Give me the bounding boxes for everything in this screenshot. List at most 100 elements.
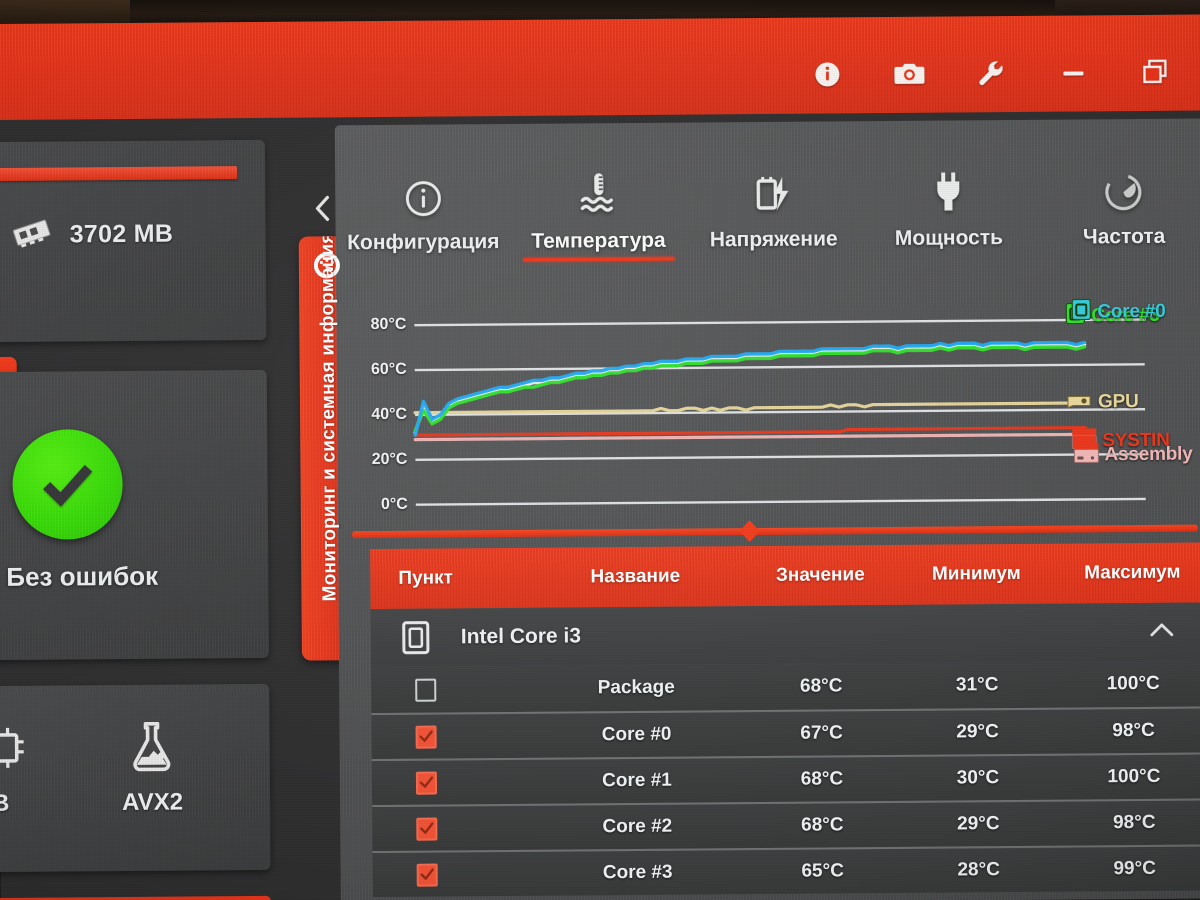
wrench-icon[interactable] xyxy=(976,58,1006,88)
battery-bolt-icon xyxy=(752,172,794,216)
table-row[interactable]: Core #2 68°C 29°C 98°C xyxy=(372,798,1200,852)
tab-bar: Конфигурация Температура Напряжение Мощн… xyxy=(335,162,1200,285)
slider-thumb[interactable] xyxy=(740,520,760,542)
row-name: Core #1 xyxy=(602,769,672,792)
chart-time-slider[interactable] xyxy=(351,517,1199,546)
memory-usage-bar xyxy=(0,166,238,182)
row-value: 68°C xyxy=(800,768,844,790)
row-max: 100°C xyxy=(1106,672,1160,695)
tab-configuration-label: Конфигурация xyxy=(347,230,500,255)
table-row[interactable]: Core #1 68°C 30°C 100°C xyxy=(371,752,1200,806)
chart-y-tick-80: 80°C xyxy=(370,316,407,334)
memory-readout: 3702 MB xyxy=(12,217,174,253)
gpu-card-icon xyxy=(1067,392,1093,413)
column-header-min[interactable]: Минимум xyxy=(900,563,1052,586)
ram-module-icon xyxy=(12,218,52,253)
mainboard-icon xyxy=(1073,441,1099,468)
tab-frequency-label: Частота xyxy=(1082,224,1166,249)
main-panel: Конфигурация Температура Напряжение Мощн… xyxy=(334,118,1200,900)
row-min: 29°C xyxy=(956,721,999,743)
chart-y-tick-0: 0°C xyxy=(380,495,408,513)
cpu-chip-icon xyxy=(0,724,26,781)
table-row[interactable]: Core #3 65°C 28°C 99°C xyxy=(372,844,1200,898)
chevron-left-icon[interactable] xyxy=(309,191,335,225)
tab-temperature[interactable]: Температура xyxy=(510,167,686,262)
column-header-name[interactable]: Название xyxy=(530,565,740,589)
row-min: 28°C xyxy=(957,859,1000,881)
tab-power[interactable]: Мощность xyxy=(861,164,1037,251)
chart-y-tick-40: 40°C xyxy=(371,405,408,424)
tab-power-label: Мощность xyxy=(894,226,1004,250)
error-status-label: Без ошибок xyxy=(6,560,159,592)
column-header-value[interactable]: Значение xyxy=(740,564,900,587)
tab-voltage[interactable]: Напряжение xyxy=(686,165,862,252)
row-max: 98°C xyxy=(1112,719,1155,742)
restore-icon[interactable] xyxy=(1140,57,1170,87)
legend-item-gpu[interactable]: GPU xyxy=(1067,391,1139,414)
legend-item-core-0[interactable]: Core #0 xyxy=(1070,297,1166,327)
legend-item-assembly[interactable]: Assembly xyxy=(1073,441,1193,469)
slider-track[interactable] xyxy=(351,524,1199,539)
chart-y-tick-60: 60°C xyxy=(370,361,407,379)
chart-legend: Core #3 Core #0 GPU SYSTIN Assembly xyxy=(1064,286,1200,465)
info-circle-icon xyxy=(403,174,443,218)
application-window: 3702 MB ние Без ошибок MB A xyxy=(0,14,1200,900)
row-checkbox-cell[interactable] xyxy=(373,862,533,887)
screen-photo: 3702 MB ние Без ошибок MB A xyxy=(0,0,1200,900)
column-header-max[interactable]: Максимум xyxy=(1052,561,1200,584)
column-header-item[interactable]: Пункт xyxy=(370,567,530,590)
row-checkbox[interactable] xyxy=(414,678,436,702)
row-checkbox[interactable] xyxy=(415,817,437,841)
chevron-up-icon[interactable] xyxy=(1149,621,1175,644)
row-checkbox-cell[interactable] xyxy=(372,724,532,749)
row-name: Package xyxy=(597,676,675,699)
instruction-set-label: AVX2 xyxy=(122,788,184,817)
thermometer-icon xyxy=(576,173,620,217)
row-max: 100°C xyxy=(1107,765,1161,788)
window-controls xyxy=(812,57,1170,90)
row-checkbox-cell[interactable] xyxy=(371,677,531,702)
bottom-accent-bar xyxy=(0,895,272,900)
camera-icon[interactable] xyxy=(894,59,925,89)
row-checkbox-cell[interactable] xyxy=(372,770,532,795)
cpu-chip-icon xyxy=(371,617,461,658)
row-value: 67°C xyxy=(800,722,843,744)
tab-active-underline xyxy=(522,256,675,262)
row-min: 30°C xyxy=(956,767,1000,789)
tab-voltage-label: Напряжение xyxy=(709,227,838,252)
flask-icon xyxy=(124,719,179,784)
table-row[interactable]: Package 68°C 31°C 100°C xyxy=(371,660,1200,714)
legend-label: Core #0 xyxy=(1097,300,1166,322)
cpu-chip-icon xyxy=(1070,297,1092,326)
tab-temperature-label: Температура xyxy=(531,228,666,253)
table-body: Package 68°C 31°C 100°C Core #0 67°C 29°… xyxy=(371,660,1200,898)
row-checkbox-cell[interactable] xyxy=(372,816,532,841)
cpu-memory-unit: MB xyxy=(0,789,10,818)
table-group-row[interactable]: Intel Core i3 xyxy=(370,602,1200,668)
table-header-row: Пункт Название Значение Минимум Максимум xyxy=(370,542,1200,610)
row-value: 68°C xyxy=(799,675,843,697)
row-max: 99°C xyxy=(1113,857,1156,880)
legend-label: Assembly xyxy=(1104,443,1193,465)
row-value: 65°C xyxy=(801,860,844,882)
minimize-icon[interactable] xyxy=(1058,57,1088,87)
info-icon[interactable] xyxy=(812,59,842,89)
chart-y-tick-20: 20°C xyxy=(371,450,408,469)
row-checkbox[interactable] xyxy=(415,725,437,749)
sensor-table: Пункт Название Значение Минимум Максимум… xyxy=(370,542,1200,898)
cpu-info-card: MB AVX2 xyxy=(0,683,271,873)
tab-configuration[interactable]: Конфигурация xyxy=(335,168,511,255)
row-name: Core #0 xyxy=(601,723,672,746)
table-group-label: Intel Core i3 xyxy=(460,624,582,649)
row-min: 31°C xyxy=(955,674,999,696)
tab-frequency[interactable]: Частота xyxy=(1036,162,1200,249)
row-checkbox[interactable] xyxy=(416,863,438,887)
table-row[interactable]: Core #0 67°C 29°C 98°C xyxy=(371,706,1200,760)
sidebar-item-monitoring-label: Мониторинг и системная информация xyxy=(316,236,341,602)
error-status-card: Без ошибок xyxy=(0,369,269,661)
left-panel: 3702 MB ние Без ошибок MB A xyxy=(0,118,301,900)
row-checkbox[interactable] xyxy=(415,771,437,795)
row-value: 68°C xyxy=(801,814,844,836)
memory-value: 3702 MB xyxy=(69,219,174,249)
row-name: Core #3 xyxy=(602,861,673,884)
